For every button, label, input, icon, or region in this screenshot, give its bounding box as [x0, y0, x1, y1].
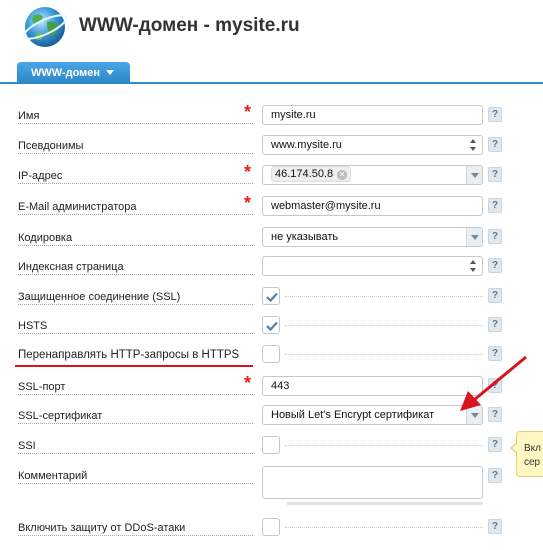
- remove-chip-icon[interactable]: ✕: [337, 170, 348, 180]
- spinner-icon[interactable]: [470, 258, 478, 274]
- help-icon[interactable]: ?: [488, 288, 502, 303]
- divider: [285, 325, 483, 326]
- ssi-checkbox[interactable]: [262, 436, 280, 454]
- tab-label: WWW-домен: [31, 67, 101, 79]
- ssl-checkbox[interactable]: [262, 287, 280, 305]
- charset-label: Кодировка: [18, 232, 253, 248]
- redirect-label: Перенаправлять HTTP-запросы в HTTPS: [18, 349, 253, 365]
- ddos-label: Включить защиту от DDoS-атаки: [18, 522, 253, 538]
- form-row-index: Индексная страница ?: [0, 256, 543, 278]
- chevron-down-icon[interactable]: [466, 228, 482, 246]
- index-input[interactable]: [262, 256, 483, 276]
- form-row-charset: Кодировка не указывать ?: [0, 227, 543, 249]
- globe-icon: [22, 7, 68, 47]
- ssl-label: Защищенное соединение (SSL): [18, 291, 253, 307]
- resize-handle[interactable]: [287, 502, 483, 505]
- help-icon[interactable]: ?: [488, 468, 502, 483]
- form-row-ddos: Включить защиту от DDoS-атаки ?: [0, 517, 543, 539]
- help-icon[interactable]: ?: [488, 258, 502, 273]
- required-mark: *: [244, 373, 252, 393]
- chevron-down-icon[interactable]: [466, 406, 482, 424]
- tab-bar: WWW-домен: [0, 62, 543, 84]
- form-row-comment: Комментарий ?: [0, 466, 543, 508]
- ip-chip: 46.174.50.8 ✕: [271, 166, 352, 182]
- charset-value: не указывать: [271, 231, 339, 243]
- form-row-ssl-cert: SSL-сертификат Новый Let's Encrypt серти…: [0, 405, 543, 427]
- help-icon[interactable]: ?: [488, 137, 502, 152]
- required-mark: *: [244, 102, 252, 122]
- aliases-input[interactable]: www.mysite.ru: [262, 135, 483, 155]
- redirect-checkbox[interactable]: [262, 345, 280, 363]
- page-header: WWW-домен - mysite.ru: [0, 0, 543, 62]
- divider: [285, 296, 483, 297]
- annotation-underline: [15, 365, 253, 367]
- help-icon[interactable]: ?: [488, 167, 502, 182]
- form-row-name: Имя * mysite.ru ?: [0, 102, 543, 127]
- check-icon: [266, 292, 278, 303]
- form-row-hsts: HSTS ?: [0, 315, 543, 337]
- help-icon[interactable]: ?: [488, 317, 502, 332]
- help-icon[interactable]: ?: [488, 519, 502, 534]
- form-row-ssl-port: SSL-порт * 443 ?: [0, 373, 543, 398]
- form-row-ssl: Защищенное соединение (SSL) ?: [0, 286, 543, 308]
- ip-chip-label: 46.174.50.8: [275, 168, 334, 180]
- help-icon[interactable]: ?: [488, 198, 502, 213]
- chevron-down-icon: [106, 70, 115, 75]
- name-input[interactable]: mysite.ru: [262, 105, 483, 125]
- chevron-down-icon[interactable]: [466, 166, 482, 184]
- help-icon[interactable]: ?: [488, 346, 502, 361]
- name-label: Имя: [18, 110, 253, 126]
- tooltip-line-1: Вкл: [524, 443, 541, 454]
- hsts-checkbox[interactable]: [262, 316, 280, 334]
- divider: [285, 445, 483, 446]
- required-mark: *: [244, 193, 252, 213]
- help-icon[interactable]: ?: [488, 407, 502, 422]
- ip-label: IP-адрес: [18, 170, 253, 186]
- help-icon[interactable]: ?: [488, 229, 502, 244]
- hsts-label: HSTS: [18, 320, 253, 336]
- tooltip: Вкл сер: [510, 431, 543, 477]
- index-label: Индексная страница: [18, 261, 253, 277]
- help-icon[interactable]: ?: [488, 378, 502, 393]
- help-icon[interactable]: ?: [488, 437, 502, 452]
- ip-select[interactable]: 46.174.50.8 ✕: [262, 165, 483, 185]
- ssl-cert-label: SSL-сертификат: [18, 410, 253, 426]
- form-row-ssi: SSI ?: [0, 435, 543, 457]
- aliases-label: Псевдонимы: [18, 140, 253, 156]
- tooltip-line-2: сер: [524, 457, 541, 468]
- comment-textarea[interactable]: [262, 466, 483, 499]
- form-row-redirect: Перенаправлять HTTP-запросы в HTTPS ?: [0, 344, 543, 366]
- divider: [285, 527, 483, 528]
- email-input[interactable]: webmaster@mysite.ru: [262, 196, 483, 216]
- ssi-label: SSI: [18, 440, 253, 456]
- required-mark: *: [244, 162, 252, 182]
- tab-www-domain[interactable]: WWW-домен: [17, 62, 130, 84]
- form-row-email: E-Mail администратора * webmaster@mysite…: [0, 193, 543, 218]
- ssl-port-label: SSL-порт: [18, 381, 253, 397]
- divider: [285, 354, 483, 355]
- form-row-ip: IP-адрес * 46.174.50.8 ✕ ?: [0, 162, 543, 187]
- spinner-icon[interactable]: [470, 137, 478, 153]
- check-icon: [266, 321, 278, 332]
- comment-label: Комментарий: [18, 470, 253, 486]
- ssl-port-input[interactable]: 443: [262, 376, 483, 396]
- form-row-aliases: Псевдонимы www.mysite.ru ?: [0, 135, 543, 157]
- ddos-checkbox[interactable]: [262, 518, 280, 536]
- ssl-cert-select[interactable]: Новый Let's Encrypt сертификат: [262, 405, 483, 425]
- help-icon[interactable]: ?: [488, 107, 502, 122]
- email-label: E-Mail администратора: [18, 201, 253, 217]
- page-title: WWW-домен - mysite.ru: [79, 15, 300, 36]
- charset-select[interactable]: не указывать: [262, 227, 483, 247]
- aliases-value: www.mysite.ru: [271, 139, 342, 151]
- ssl-cert-value: Новый Let's Encrypt сертификат: [271, 409, 435, 421]
